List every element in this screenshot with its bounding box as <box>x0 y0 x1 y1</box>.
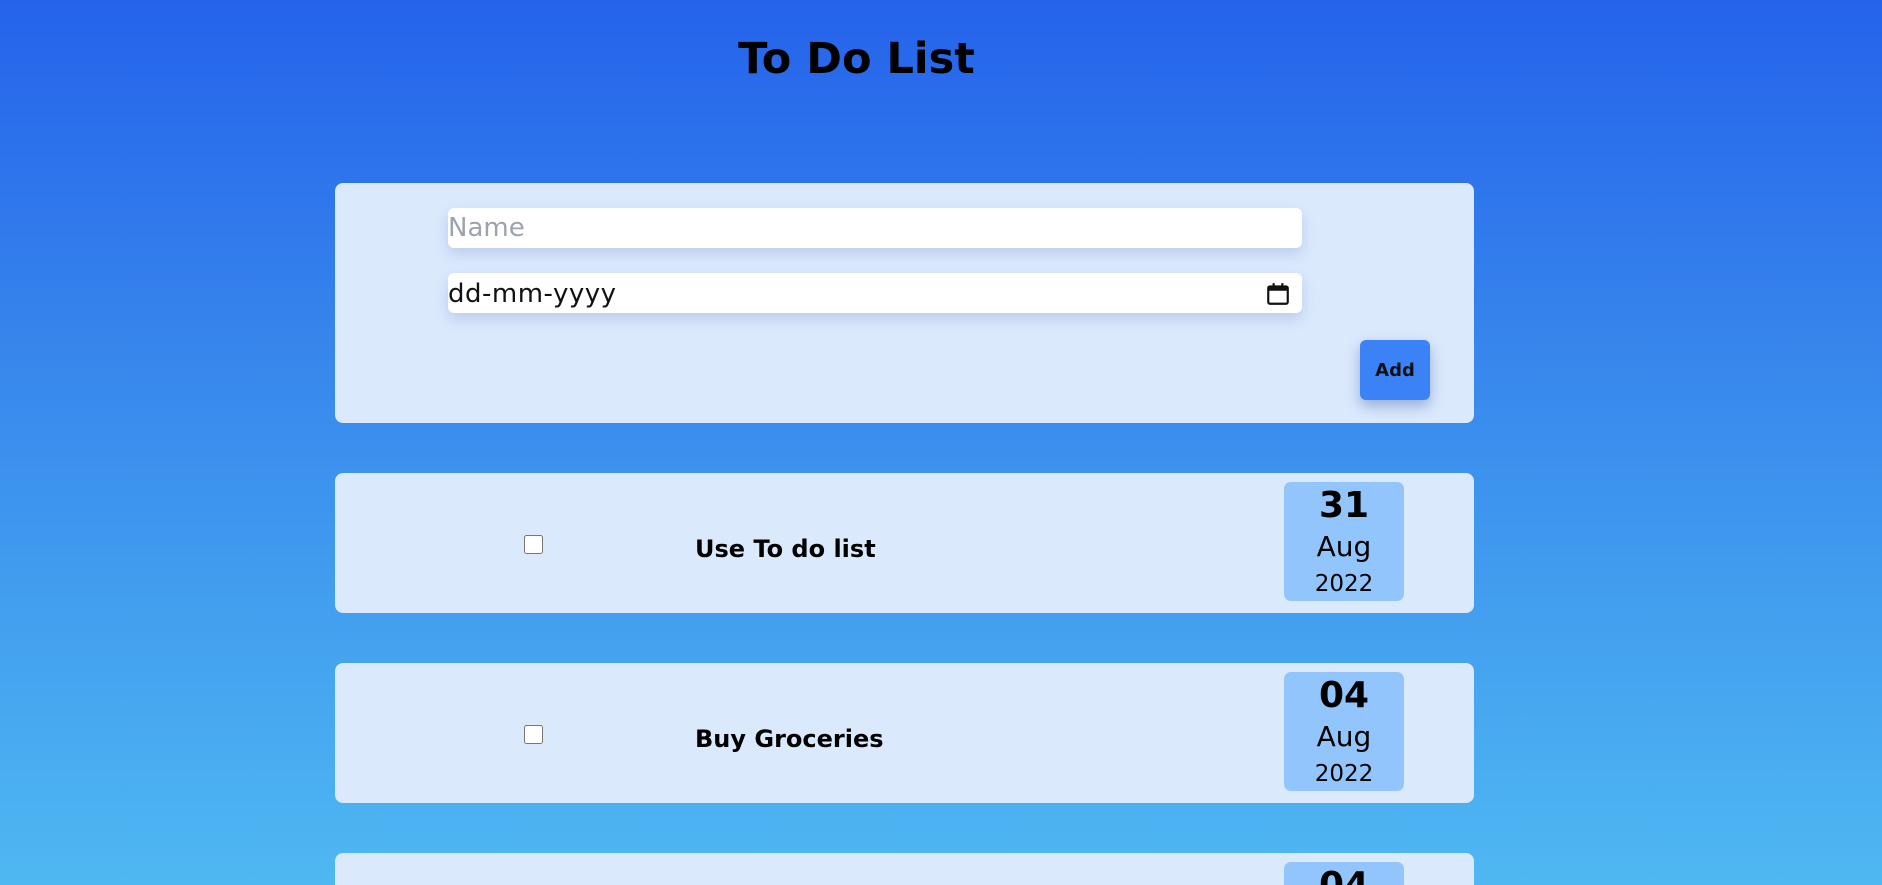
todo-checkbox[interactable] <box>524 535 543 554</box>
todo-checkbox[interactable] <box>524 725 543 744</box>
badge-month: Aug <box>1316 720 1372 753</box>
date-badge: 31 Aug 2022 <box>1284 482 1404 601</box>
calendar-icon[interactable] <box>1265 281 1291 307</box>
todo-item: 04 <box>335 853 1474 885</box>
add-todo-form: dd-mm-yyyy Add <box>335 183 1474 423</box>
badge-month: Aug <box>1316 530 1372 563</box>
date-field[interactable]: dd-mm-yyyy <box>448 273 1302 313</box>
badge-year: 2022 <box>1314 571 1374 597</box>
todo-title: Buy Groceries <box>695 725 884 753</box>
badge-day: 04 <box>1318 675 1370 716</box>
badge-year: 2022 <box>1314 761 1374 787</box>
todo-item: Buy Groceries 04 Aug 2022 <box>335 663 1474 803</box>
todo-item: Use To do list 31 Aug 2022 <box>335 473 1474 613</box>
date-badge: 04 <box>1284 862 1404 885</box>
add-button[interactable]: Add <box>1360 340 1430 400</box>
todo-title: Use To do list <box>695 535 876 563</box>
date-badge: 04 Aug 2022 <box>1284 672 1404 791</box>
date-input[interactable]: dd-mm-yyyy <box>448 273 617 315</box>
badge-day: 04 <box>1284 864 1404 885</box>
name-input[interactable] <box>448 208 1302 248</box>
page-title: To Do List <box>738 34 975 84</box>
badge-day: 31 <box>1318 485 1370 526</box>
name-field <box>448 208 1302 248</box>
